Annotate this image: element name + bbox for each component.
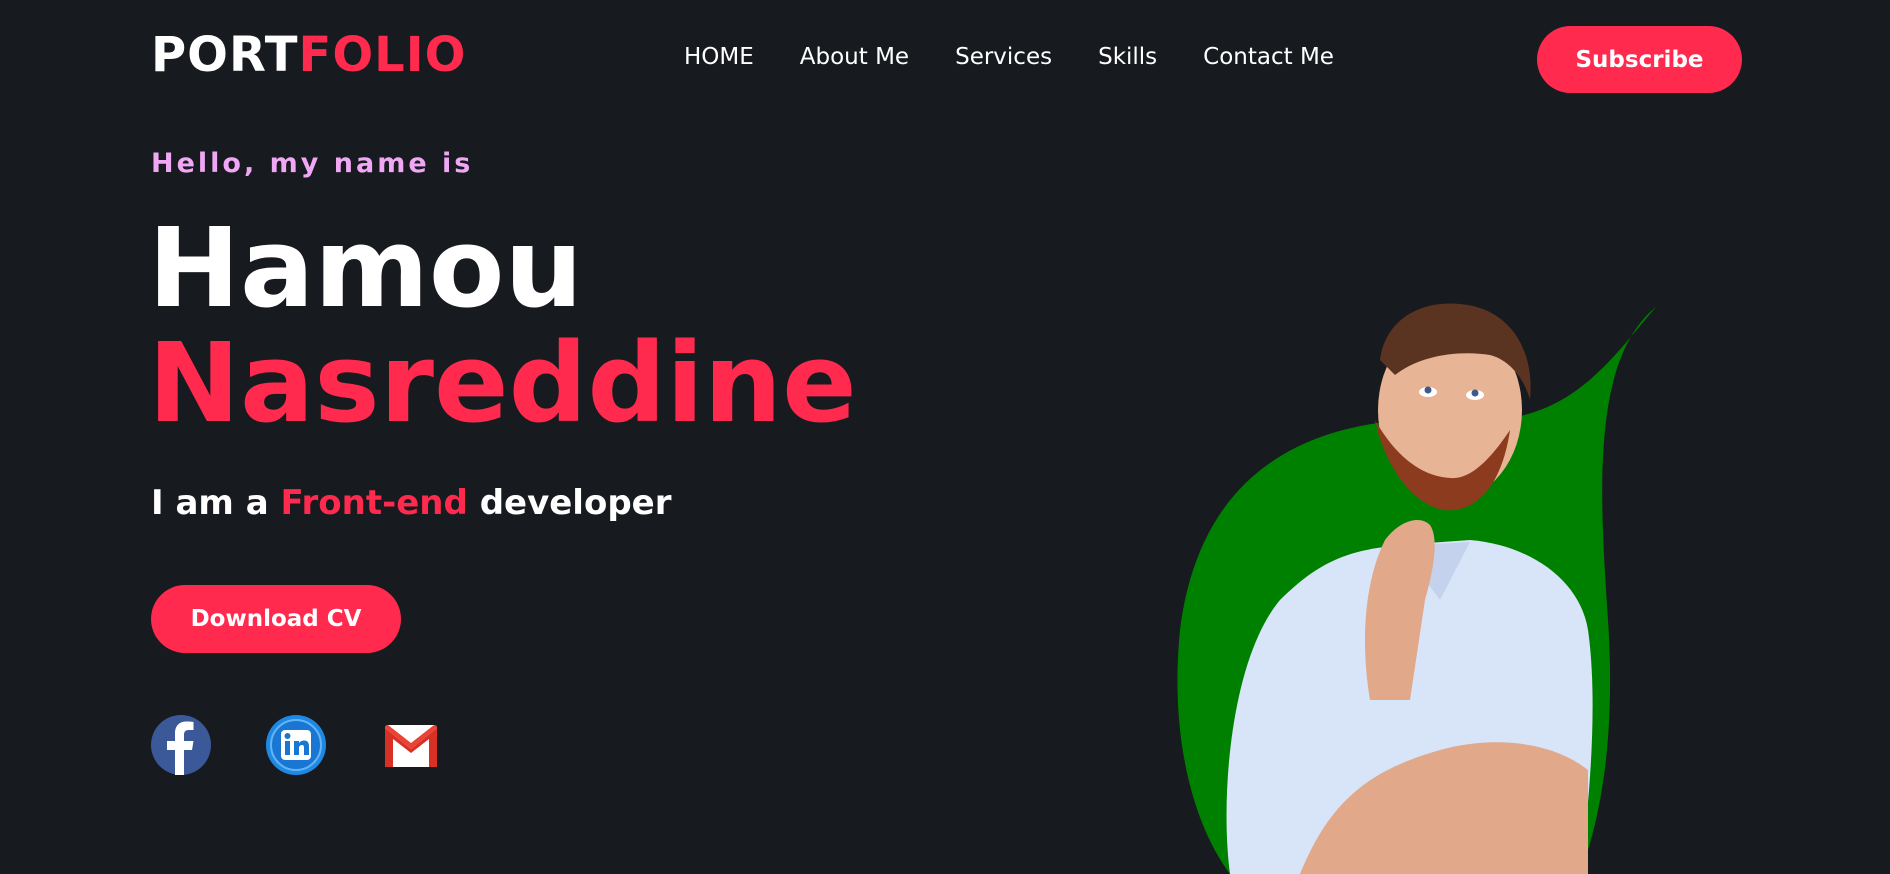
subscribe-button[interactable]: Subscribe xyxy=(1537,26,1742,93)
role-line: I am a Front-end developer xyxy=(151,481,672,525)
main-nav: HOME About Me Services Skills Contact Me xyxy=(684,42,1334,72)
nav-item-contact[interactable]: Contact Me xyxy=(1203,42,1334,72)
facebook-icon[interactable] xyxy=(151,715,211,775)
download-cv-button[interactable]: Download CV xyxy=(151,585,401,653)
linkedin-icon[interactable] xyxy=(266,715,326,775)
nav-item-skills[interactable]: Skills xyxy=(1098,42,1157,72)
logo[interactable]: PORTFOLIO xyxy=(151,26,466,84)
role-highlight: Front-end xyxy=(280,483,468,523)
greeting-text: Hello, my name is xyxy=(151,148,474,179)
role-suffix: developer xyxy=(479,483,672,523)
gmail-icon[interactable] xyxy=(383,715,443,775)
logo-part2: FOLIO xyxy=(298,27,467,83)
nav-item-about[interactable]: About Me xyxy=(800,42,909,72)
nav-item-home[interactable]: HOME xyxy=(684,42,754,72)
nav-item-services[interactable]: Services xyxy=(955,42,1052,72)
hero-illustration xyxy=(1170,300,1670,874)
last-name: Nasreddine xyxy=(148,319,857,447)
first-name: Hamou xyxy=(148,204,583,332)
role-prefix: I am a xyxy=(151,483,269,523)
logo-part1: PORT xyxy=(151,27,299,83)
